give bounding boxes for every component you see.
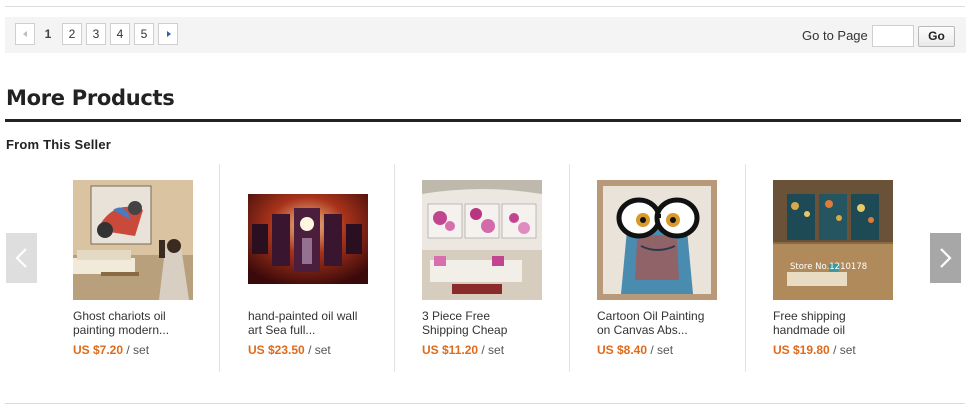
- product-price: US $11.20: [422, 343, 479, 357]
- page-2-link[interactable]: 2: [62, 23, 82, 45]
- product-unit: / set: [481, 343, 505, 357]
- chevron-left-icon: [23, 31, 27, 37]
- prev-page-button[interactable]: [15, 23, 35, 45]
- product-price: US $8.40: [597, 343, 648, 357]
- page-5-link[interactable]: 5: [134, 23, 154, 45]
- product-title[interactable]: Cartoon Oil Painting on Canvas Abs...: [597, 309, 747, 337]
- product-title-line: handmade oil: [773, 323, 846, 337]
- product-divider: [745, 164, 746, 372]
- product-title[interactable]: Ghost chariots oil painting modern...: [73, 309, 223, 337]
- product-price-line: US $19.80 / set: [773, 343, 856, 357]
- product-title-line: Free shipping: [773, 309, 846, 323]
- goto-page-input[interactable]: [872, 25, 914, 47]
- product-title-line: art Sea full...: [248, 323, 316, 337]
- top-divider: [5, 6, 965, 7]
- product-title-line: painting modern...: [73, 323, 170, 337]
- carousel-prev-button[interactable]: [6, 233, 37, 283]
- store-watermark: Store No.1210178: [790, 262, 867, 272]
- product-title-line: on Canvas Abs...: [597, 323, 688, 337]
- page-1-current: 1: [44, 27, 52, 41]
- product-image-magnolia-painting[interactable]: [422, 180, 542, 300]
- go-button[interactable]: Go: [918, 26, 955, 47]
- product-unit: / set: [308, 343, 331, 357]
- product-price-line: US $23.50 / set: [248, 343, 331, 357]
- product-divider: [394, 164, 395, 372]
- section-title-underline: [5, 119, 961, 122]
- product-title[interactable]: Free shipping handmade oil: [773, 309, 923, 337]
- page-4-link[interactable]: 4: [110, 23, 130, 45]
- product-price: US $23.50: [248, 343, 305, 357]
- product-title-line: 3 Piece Free: [422, 309, 491, 323]
- product-image-motorcycle-painting[interactable]: [73, 180, 193, 300]
- chevron-right-icon: [167, 31, 171, 37]
- product-image-frog-painting[interactable]: [597, 180, 717, 300]
- product-title[interactable]: 3 Piece Free Shipping Cheap: [422, 309, 572, 337]
- chevron-right-icon: [940, 248, 952, 268]
- product-title[interactable]: hand-painted oil wall art Sea full...: [248, 309, 398, 337]
- pagination-bar: 1 2 3 4 5 Go to Page Go: [5, 17, 966, 53]
- product-price: US $7.20: [73, 343, 124, 357]
- product-image-abstract-trees-painting[interactable]: Store No.1210178: [773, 180, 893, 300]
- chevron-left-icon: [15, 248, 27, 268]
- goto-page-label: Go to Page: [802, 28, 868, 43]
- page-3-link[interactable]: 3: [86, 23, 106, 45]
- product-price-line: US $8.40 / set: [597, 343, 673, 357]
- section-title: More Products: [6, 86, 175, 110]
- next-page-button[interactable]: [158, 23, 178, 45]
- product-unit: / set: [126, 343, 150, 357]
- product-unit: / set: [650, 343, 674, 357]
- carousel-next-button[interactable]: [930, 233, 961, 283]
- product-title-line: hand-painted oil wall: [248, 309, 358, 323]
- product-unit: / set: [833, 343, 856, 357]
- product-title-line: Ghost chariots oil: [73, 309, 166, 323]
- product-price: US $19.80: [773, 343, 830, 357]
- product-title-line: Cartoon Oil Painting: [597, 309, 705, 323]
- bottom-divider: [5, 403, 965, 404]
- product-image-moon-sea-painting[interactable]: [248, 194, 368, 284]
- product-divider: [569, 164, 570, 372]
- product-price-line: US $11.20 / set: [422, 343, 504, 357]
- product-title-line: Shipping Cheap: [422, 323, 508, 337]
- section-subtitle: From This Seller: [6, 137, 112, 152]
- product-price-line: US $7.20 / set: [73, 343, 149, 357]
- product-divider: [219, 164, 220, 372]
